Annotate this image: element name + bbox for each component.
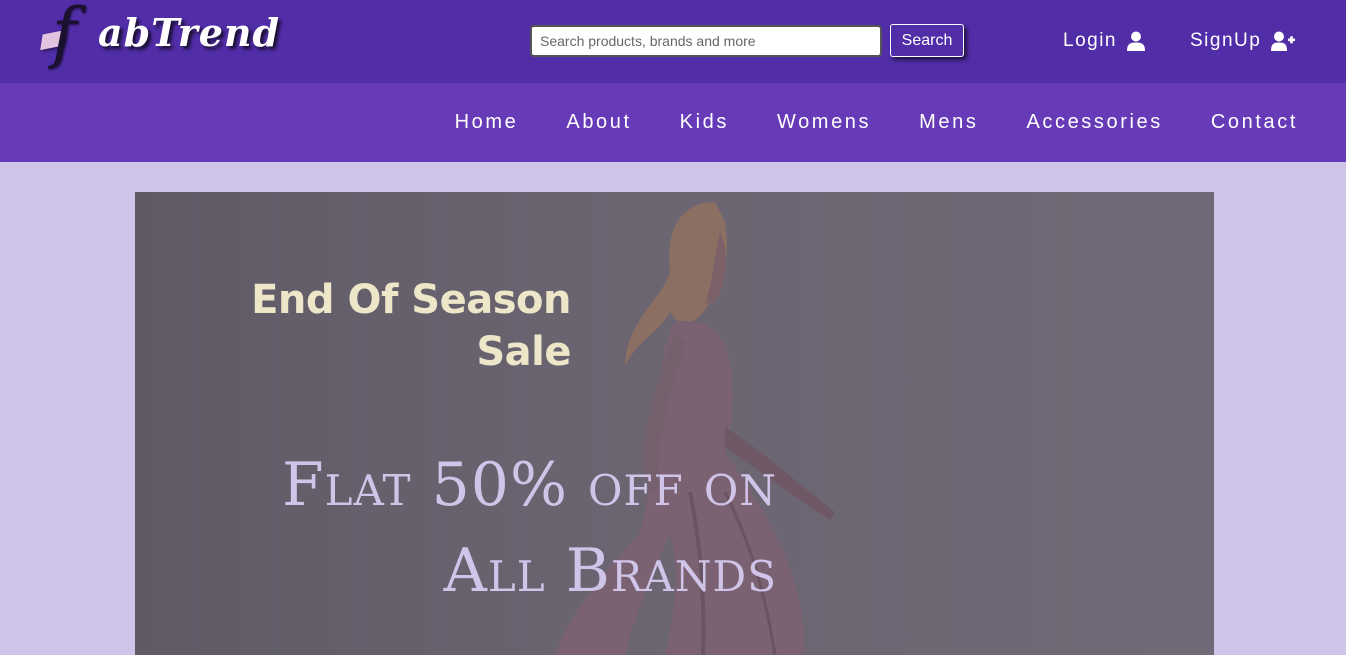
- nav-item-contact[interactable]: Contact: [1211, 111, 1298, 134]
- brand-logo[interactable]: f abTrend: [40, 0, 281, 74]
- nav-menu: Home About Kids Womens Mens Accessories …: [407, 83, 1298, 162]
- user-icon: [1127, 31, 1145, 51]
- nav-item-womens[interactable]: Womens: [777, 111, 871, 134]
- offer-line2: All Brands: [443, 536, 777, 606]
- hero-banner: End Of Season Sale Flat 50% off on All B…: [135, 192, 1214, 655]
- user-plus-icon: [1271, 31, 1296, 51]
- signup-link[interactable]: SignUp: [1190, 27, 1296, 55]
- login-label: Login: [1063, 30, 1117, 51]
- search-button[interactable]: Search: [890, 24, 964, 57]
- sale-heading: End Of Season Sale: [195, 274, 571, 378]
- sale-heading-line2: Sale: [476, 329, 571, 375]
- logo-text: abTrend: [98, 10, 281, 55]
- nav-item-accessories[interactable]: Accessories: [1026, 111, 1162, 134]
- offer-line1: Flat 50% off on: [281, 450, 777, 520]
- nav-item-home[interactable]: Home: [455, 111, 519, 134]
- logo-initial: f: [52, 0, 77, 71]
- search-input[interactable]: [530, 25, 882, 57]
- nav-item-mens[interactable]: Mens: [919, 111, 978, 134]
- signup-label: SignUp: [1190, 30, 1262, 51]
- top-header: f abTrend Search Login SignUp: [0, 0, 1346, 83]
- main-navigation: Home About Kids Womens Mens Accessories …: [0, 83, 1346, 162]
- sale-heading-line1: End Of Season: [251, 277, 571, 323]
- nav-item-about[interactable]: About: [566, 111, 631, 134]
- offer-text: Flat 50% off on All Brands: [195, 442, 777, 614]
- login-link[interactable]: Login: [1063, 27, 1145, 55]
- nav-item-kids[interactable]: Kids: [680, 111, 729, 134]
